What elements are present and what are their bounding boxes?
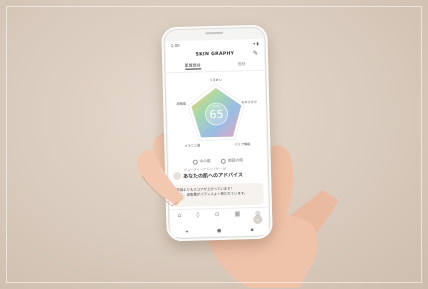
thumb-illustration (137, 149, 184, 207)
